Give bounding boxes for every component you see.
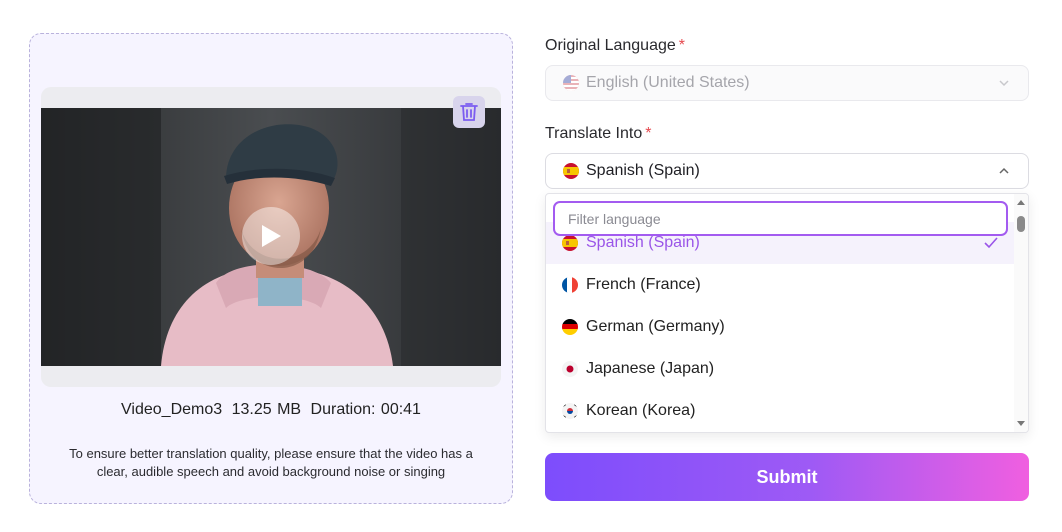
play-button[interactable] [242, 207, 300, 265]
scroll-down-arrow-icon[interactable] [1017, 421, 1025, 426]
japan-flag-icon [562, 361, 578, 377]
video-preview-card [41, 87, 501, 387]
required-mark: * [645, 125, 652, 142]
korea-flag-icon [562, 403, 578, 419]
file-size: 13.25 MB [231, 401, 302, 418]
language-option-label: German (Germany) [586, 318, 725, 335]
france-flag-icon [562, 277, 578, 293]
video-duration: Duration: 00:41 [310, 401, 421, 418]
original-language-select[interactable]: English (United States) [545, 65, 1029, 101]
scroll-thumb[interactable] [1017, 216, 1025, 232]
file-name: Video_Demo3 [121, 401, 223, 418]
video-thumbnail[interactable] [41, 108, 501, 366]
translate-into-select[interactable]: Spanish (Spain) [545, 153, 1029, 189]
us-flag-icon [563, 75, 579, 91]
chevron-down-icon [999, 80, 1009, 87]
delete-video-button[interactable] [453, 96, 485, 128]
quality-hint: To ensure better translation quality, pl… [69, 446, 473, 479]
required-mark: * [678, 37, 685, 54]
trash-icon [460, 103, 478, 121]
translate-into-value: Spanish (Spain) [586, 162, 700, 179]
translate-into-label: Translate Into * [545, 125, 651, 143]
submit-button[interactable]: Submit [545, 453, 1029, 501]
germany-flag-icon [562, 319, 578, 335]
dropdown-scrollbar[interactable] [1014, 194, 1028, 432]
chevron-up-icon [999, 167, 1009, 174]
video-upload-area[interactable]: Video_Demo3 13.25 MB Duration: 00:41 To … [29, 33, 513, 504]
original-language-label-text: Original Language [545, 37, 676, 54]
filter-language-input[interactable] [553, 201, 1008, 236]
language-option-label: Spanish (Spain) [586, 234, 700, 251]
language-option-label: French (France) [586, 276, 701, 293]
video-file-info: Video_Demo3 13.25 MB Duration: 00:41 [30, 401, 512, 419]
language-option-french[interactable]: French (France) [546, 264, 1014, 306]
scroll-up-arrow-icon[interactable] [1017, 200, 1025, 205]
language-option-german[interactable]: German (Germany) [546, 306, 1014, 348]
spain-flag-icon [563, 163, 579, 179]
language-option-label: Japanese (Japan) [586, 360, 715, 377]
language-option-korean[interactable]: Korean (Korea) [546, 390, 1014, 432]
language-option-japanese[interactable]: Japanese (Japan) [546, 348, 1014, 390]
play-icon [262, 225, 281, 247]
language-dropdown: Spanish (Spain) French (France) German (… [545, 193, 1029, 433]
language-option-label: Korean (Korea) [586, 402, 696, 419]
original-language-value: English (United States) [586, 74, 750, 91]
checkmark-icon [984, 237, 998, 249]
spain-flag-icon [562, 235, 578, 251]
original-language-label: Original Language * [545, 37, 685, 55]
translate-into-label-text: Translate Into [545, 125, 643, 142]
